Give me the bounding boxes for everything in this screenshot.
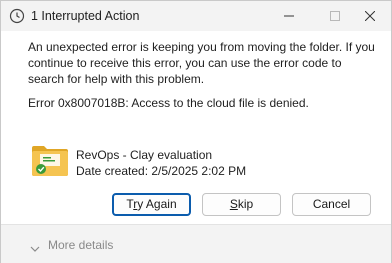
skip-accelerator: S <box>229 197 238 211</box>
close-icon <box>365 11 375 21</box>
more-details-link[interactable]: More details <box>48 237 113 253</box>
file-date-created: Date created: 2/5/2025 2:02 PM <box>76 164 247 178</box>
skip-rest: kip <box>237 197 254 211</box>
minimize-button[interactable] <box>266 1 312 31</box>
error-code: Error 0x8007018B: Access to the cloud fi… <box>28 96 309 110</box>
clock-icon <box>9 8 25 24</box>
file-name: RevOps - Clay evaluation <box>76 148 213 162</box>
try-again-button[interactable]: Try Again <box>112 193 191 216</box>
try-again-rest: y Again <box>137 197 177 211</box>
cancel-button[interactable]: Cancel <box>292 193 371 216</box>
chevron-down-icon[interactable] <box>30 241 40 252</box>
skip-button[interactable]: Skip <box>202 193 281 216</box>
dialog-content: An unexpected error is keeping you from … <box>1 31 391 224</box>
window-title: 1 Interrupted Action <box>31 9 140 23</box>
title-bar[interactable]: 1 Interrupted Action <box>1 1 391 31</box>
interrupted-action-dialog: 1 Interrupted Action An unexpected error… <box>0 0 392 263</box>
maximize-icon <box>330 11 340 21</box>
folder-icon <box>31 144 69 177</box>
minimize-icon <box>284 15 294 17</box>
footer: More details <box>1 224 391 263</box>
close-button[interactable] <box>347 1 392 31</box>
error-message: An unexpected error is keeping you from … <box>28 40 375 86</box>
